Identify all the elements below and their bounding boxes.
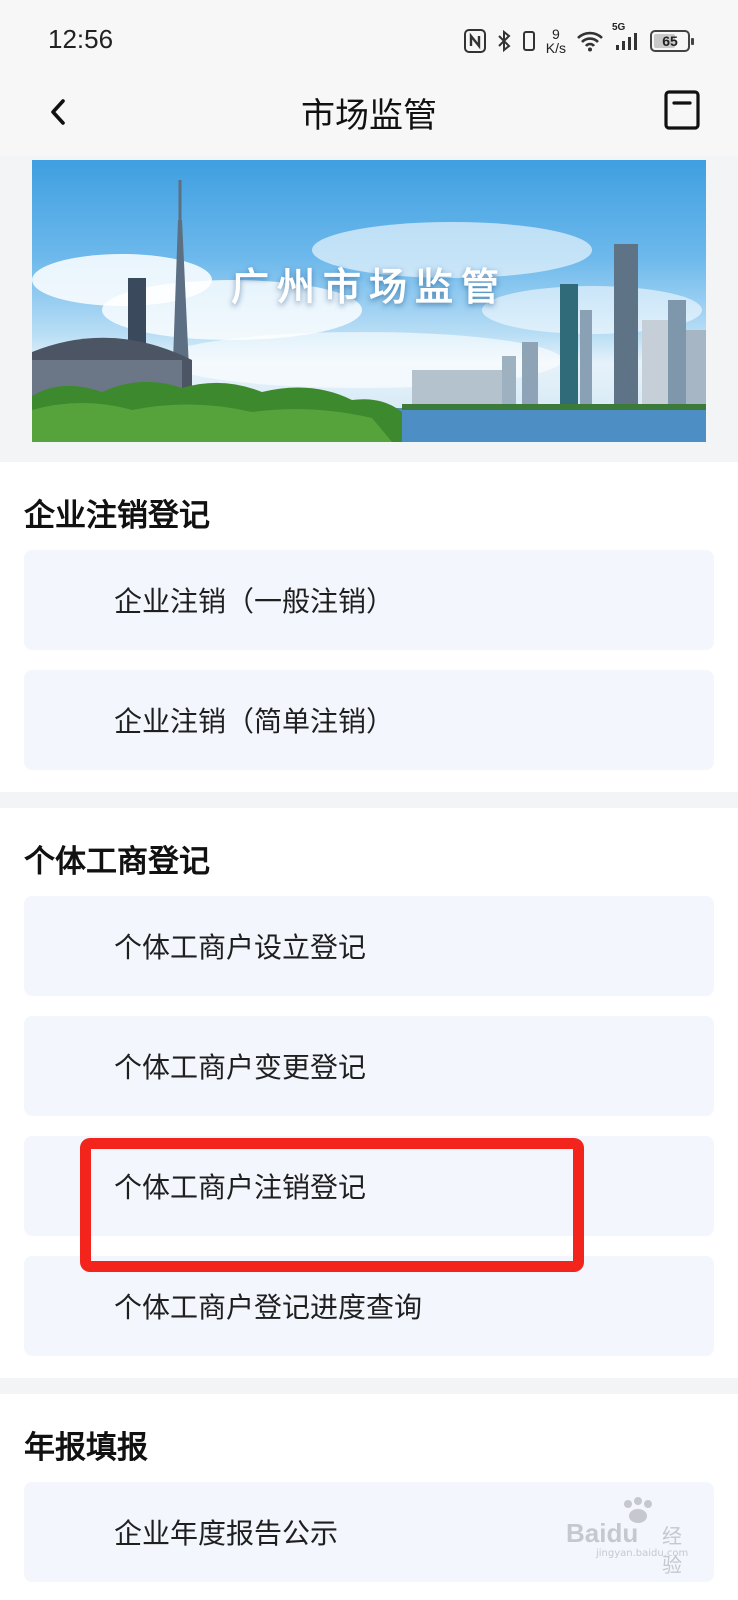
watermark-brand: Baidu bbox=[566, 1518, 639, 1548]
wifi-icon bbox=[576, 30, 604, 52]
menu-item-label: 企业注销（简单注销） bbox=[114, 705, 395, 738]
battery-level: 65 bbox=[662, 33, 678, 49]
section-individual-business: 个体工商登记 个体工商户设立登记 个体工商户变更登记 个体工商户注销登记 个体工… bbox=[0, 808, 738, 1378]
nav-bar: 市场监管 bbox=[0, 80, 738, 156]
vibrate-icon bbox=[522, 29, 536, 53]
bluetooth-icon bbox=[496, 29, 512, 53]
page-title: 市场监管 bbox=[301, 96, 437, 136]
banner-area: 广州市场监管 bbox=[0, 156, 738, 462]
status-time: 12:56 bbox=[48, 24, 114, 54]
bookmark-button[interactable] bbox=[654, 82, 710, 138]
baidu-watermark: Baidu 经验 jingyan.baidu.com bbox=[560, 1496, 700, 1577]
menu-item-simple-deregistration[interactable]: 企业注销（简单注销） bbox=[24, 670, 714, 770]
net-speed-unit: K/s bbox=[545, 40, 566, 56]
section-title: 企业注销登记 bbox=[24, 498, 210, 534]
net-speed: 9 K/s bbox=[546, 27, 566, 55]
watermark-url: jingyan.baidu.com bbox=[596, 1548, 689, 1559]
network-type: 5G bbox=[612, 22, 626, 33]
highlight-annotation-box bbox=[80, 1138, 584, 1272]
section-title: 年报填报 bbox=[24, 1430, 148, 1466]
status-icons: 9 K/s 5G 65 bbox=[463, 22, 694, 58]
signal-icon: 5G bbox=[612, 22, 640, 52]
menu-item-label: 企业注销（一般注销） bbox=[114, 585, 395, 618]
net-speed-value: 9 bbox=[551, 26, 560, 42]
section-enterprise-deregistration: 企业注销登记 企业注销（一般注销） 企业注销（简单注销） bbox=[0, 462, 738, 792]
menu-item-change-registration[interactable]: 个体工商户变更登记 bbox=[24, 1016, 714, 1116]
menu-item-establishment-registration[interactable]: 个体工商户设立登记 bbox=[24, 896, 714, 996]
banner-image[interactable]: 广州市场监管 bbox=[32, 160, 706, 442]
menu-item-label: 个体工商户登记进度查询 bbox=[114, 1291, 423, 1324]
menu-item-label: 企业年度报告公示 bbox=[114, 1517, 339, 1550]
status-bar: 12:56 9 K/s 5G 65 bbox=[0, 0, 738, 80]
section-title: 个体工商登记 bbox=[24, 844, 210, 880]
banner-title: 广州市场监管 bbox=[230, 264, 507, 309]
battery-indicator: 65 bbox=[650, 30, 694, 52]
menu-item-general-deregistration[interactable]: 企业注销（一般注销） bbox=[24, 550, 714, 650]
nfc-icon bbox=[463, 29, 486, 53]
menu-item-label: 个体工商户变更登记 bbox=[114, 1051, 367, 1084]
menu-item-label: 个体工商户设立登记 bbox=[114, 931, 367, 964]
bookmark-icon bbox=[664, 90, 700, 130]
